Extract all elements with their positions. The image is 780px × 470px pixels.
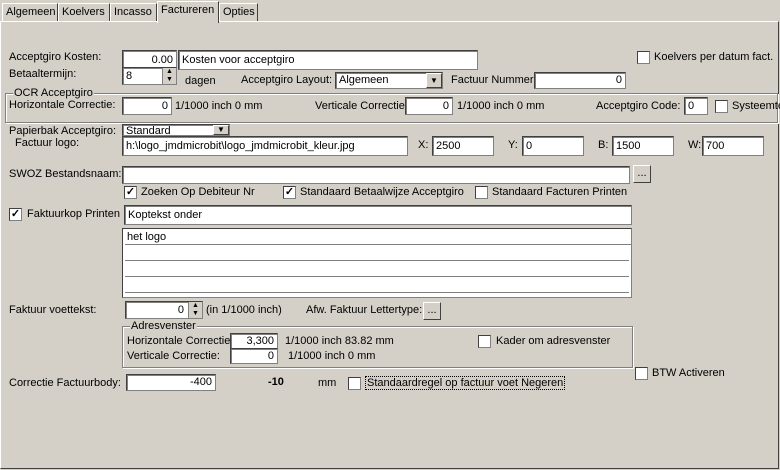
koelvers-per-datum-checkbox[interactable] bbox=[637, 51, 650, 64]
tab-opties[interactable]: Opties bbox=[219, 3, 258, 21]
tab-bar: Algemeen Koelvers Incasso Factureren Opt… bbox=[0, 0, 780, 23]
factuur-nummer-input[interactable]: 0 bbox=[534, 72, 626, 89]
faktuurkop-line[interactable] bbox=[125, 263, 629, 277]
ocr-hor-input[interactable]: 0 bbox=[122, 97, 172, 115]
logo-x-label: X: bbox=[418, 139, 429, 151]
tab-incasso[interactable]: Incasso bbox=[110, 3, 157, 21]
faktuurkop-lines-box[interactable]: het logo bbox=[122, 228, 632, 298]
adres-vert-input[interactable]: 0 bbox=[230, 348, 278, 364]
factuur-logo-label: Factuur logo: bbox=[15, 137, 80, 149]
betaaltermijn-spinner[interactable]: ▲ ▼ bbox=[162, 68, 176, 84]
ocr-code-label: Acceptgiro Code: bbox=[596, 100, 681, 112]
correctie-label: Correctie Factuurbody: bbox=[9, 377, 121, 389]
ocr-code-input[interactable]: 0 bbox=[684, 97, 708, 115]
lettertype-button[interactable]: ... bbox=[423, 302, 441, 320]
tab-algemeen[interactable]: Algemeen bbox=[2, 3, 58, 21]
kader-checkbox[interactable] bbox=[478, 335, 491, 348]
betaaltermijn-value: 8 bbox=[126, 70, 133, 82]
papierbak-value: Standard bbox=[126, 125, 171, 136]
papierbak-chevron-down-icon[interactable]: ▼ bbox=[213, 125, 229, 135]
btw-checkbox[interactable] bbox=[635, 367, 648, 380]
factuur-logo-path-input[interactable]: h:\logo_jmdmicrobit\logo_jmdmicrobit_kle… bbox=[122, 136, 408, 156]
negeren-label: Standaardregel op factuur voet Negeren bbox=[365, 376, 566, 390]
chevron-down-icon[interactable]: ▼ bbox=[426, 73, 442, 88]
adres-hor-input[interactable]: 3,300 bbox=[230, 333, 278, 349]
standaard-betaalwijze-label: Standaard Betaalwijze Acceptgiro bbox=[300, 186, 464, 198]
logo-x-input[interactable]: 2500 bbox=[432, 136, 494, 156]
kader-label: Kader om adresvenster bbox=[496, 335, 611, 347]
btw-label: BTW Activeren bbox=[652, 367, 725, 379]
faktuurkop-line[interactable]: het logo bbox=[125, 230, 631, 245]
ocr-hor-unit: 1/1000 inch 0 mm bbox=[175, 100, 263, 112]
voettekst-label: Faktuur voettekst: bbox=[9, 304, 97, 316]
factuur-nummer-label: Factuur Nummer: bbox=[451, 74, 537, 86]
koptekst-input[interactable]: Koptekst onder bbox=[124, 205, 632, 225]
adres-vert-unit: 1/1000 inch 0 mm bbox=[288, 350, 376, 362]
correctie-input[interactable]: -400 bbox=[126, 374, 216, 391]
ocr-hor-label: Horizontale Correctie: bbox=[9, 99, 116, 111]
adres-hor-label: Horizontale Correctie: bbox=[127, 335, 234, 347]
logo-y-input[interactable]: 0 bbox=[522, 136, 584, 156]
standaard-betaalwijze-checkbox[interactable]: ✓ bbox=[283, 186, 296, 199]
ocr-vert-label: Verticale Correctie: bbox=[315, 100, 408, 112]
voettekst-spinner[interactable]: ▲ ▼ bbox=[188, 302, 202, 318]
adres-hor-unit: 1/1000 inch 83.82 mm bbox=[285, 335, 394, 347]
logo-w-input[interactable]: 700 bbox=[702, 136, 764, 156]
koelvers-per-datum-label: Koelvers per datum fact. bbox=[654, 51, 774, 63]
lettertype-label: Afw. Faktuur Lettertype: bbox=[306, 304, 423, 316]
acceptgiro-layout-label: Acceptgiro Layout: bbox=[241, 74, 333, 86]
tab-koelvers[interactable]: Koelvers bbox=[58, 3, 110, 21]
systeemte-label: Systeemte bbox=[732, 100, 780, 112]
betaaltermijn-unit: dagen bbox=[185, 75, 216, 87]
logo-w-label: W: bbox=[688, 139, 702, 151]
standaard-facturen-label: Standaard Facturen Printen bbox=[492, 186, 628, 198]
adresvenster-legend: Adresvenster bbox=[130, 320, 197, 332]
zoeken-checkbox[interactable]: ✓ bbox=[124, 186, 137, 199]
systeemte-checkbox[interactable] bbox=[715, 100, 728, 113]
acceptgiro-kosten-label: Acceptgiro Kosten: bbox=[9, 51, 102, 63]
ocr-vert-unit: 1/1000 inch 0 mm bbox=[457, 100, 545, 112]
logo-b-label: B: bbox=[598, 139, 609, 151]
logo-b-input[interactable]: 1500 bbox=[612, 136, 674, 156]
papierbak-label: Papierbak Acceptgiro: bbox=[9, 125, 117, 137]
zoeken-label: Zoeken Op Debiteur Nr bbox=[141, 186, 255, 198]
acceptgiro-layout-value: Algemeen bbox=[339, 74, 389, 86]
swoz-label: SWOZ Bestandsnaam: bbox=[9, 168, 122, 180]
voettekst-unit: (in 1/1000 inch) bbox=[206, 304, 282, 316]
swoz-input[interactable] bbox=[122, 166, 630, 184]
faktuurkop-label: Faktuurkop Printen bbox=[27, 208, 120, 220]
tab-factureren[interactable]: Factureren bbox=[157, 1, 219, 23]
standaard-facturen-checkbox[interactable] bbox=[475, 186, 488, 199]
acceptgiro-kosten-desc-input[interactable]: Kosten voor acceptgiro bbox=[178, 50, 478, 70]
faktuurkop-checkbox[interactable]: ✓ bbox=[9, 208, 22, 221]
faktuurkop-line[interactable] bbox=[125, 279, 629, 293]
betaaltermijn-label: Betaaltermijn: bbox=[9, 68, 77, 80]
correctie-unit: mm bbox=[318, 377, 337, 389]
adres-vert-label: Verticale Correctie: bbox=[127, 350, 220, 362]
logo-y-label: Y: bbox=[508, 139, 518, 151]
negeren-checkbox[interactable] bbox=[348, 377, 361, 390]
faktuurkop-line[interactable] bbox=[125, 247, 629, 261]
ocr-acceptgiro-legend: OCR Acceptgiro bbox=[13, 87, 94, 99]
swoz-browse-button[interactable]: ... bbox=[633, 165, 651, 183]
ocr-vert-input[interactable]: 0 bbox=[405, 97, 453, 115]
correctie-display: -10 bbox=[268, 376, 284, 388]
